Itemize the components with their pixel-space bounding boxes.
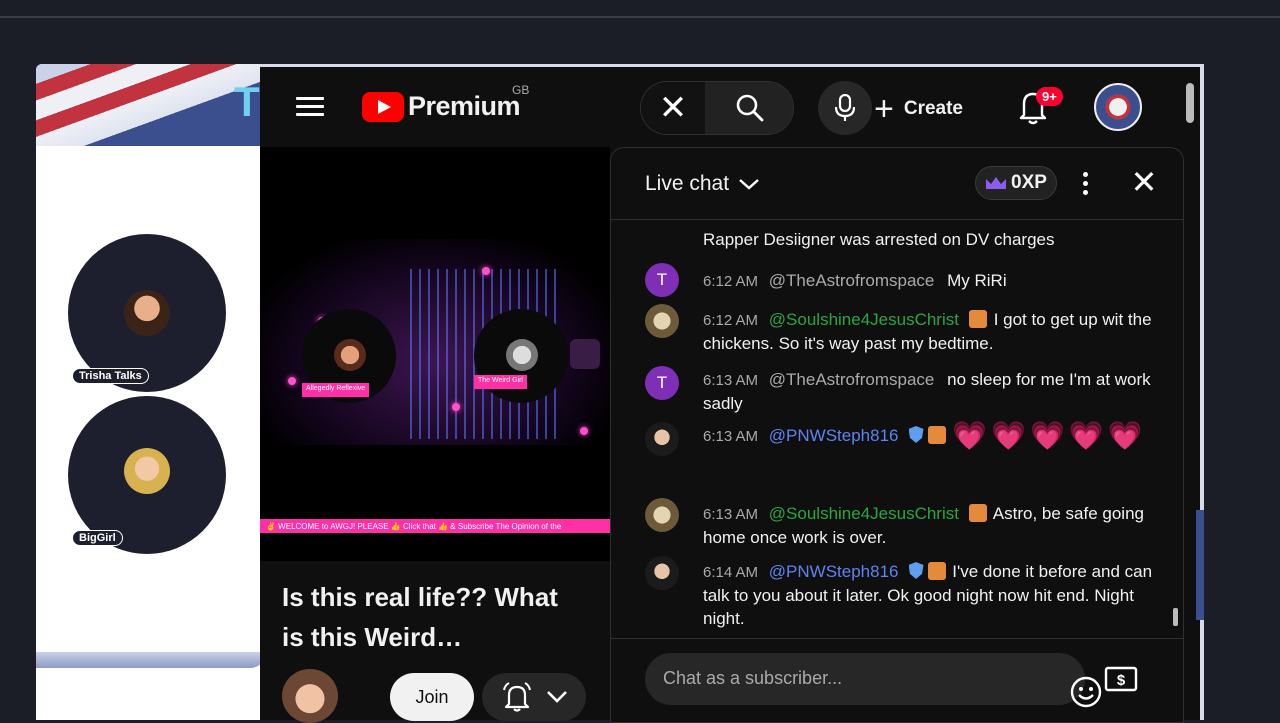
guest-circle: Trisha Talks — [68, 234, 226, 392]
message-time: 6:12 AM — [703, 312, 759, 329]
dollar-bill-icon: $ — [1104, 666, 1138, 692]
message-time: 6:13 AM — [703, 506, 759, 523]
light-dot — [452, 403, 460, 411]
message-time: 6:13 AM — [703, 372, 759, 389]
super-chat-button[interactable]: $ — [1101, 659, 1141, 699]
chat-input-placeholder: Chat as a subscriber... — [663, 668, 843, 688]
window-edge-accent — [1196, 510, 1204, 620]
guest-avatar — [124, 448, 170, 494]
chat-messages: Rapper Desiigner was arrested on DV char… — [611, 220, 1171, 636]
masthead: Premium GB ✕ + Create 9+ — [260, 67, 1200, 147]
chat-input-row: Chat as a subscriber... $ — [611, 638, 1183, 722]
menu-icon[interactable] — [296, 97, 324, 117]
video-guest-tag: The Weird Girl — [474, 375, 527, 389]
chat-scroll-thumb[interactable] — [1173, 608, 1178, 626]
member-badge-icon — [968, 504, 987, 522]
message-time: 6:12 AM — [703, 273, 759, 290]
video-player[interactable]: Allegedly Reflexive The Weird Girl ✌️ WE… — [260, 147, 610, 561]
message-time: 6:14 AM — [703, 564, 759, 581]
account-avatar[interactable] — [1094, 83, 1142, 131]
page-scrollbar[interactable] — [1186, 83, 1194, 123]
overlay-footer-bar — [36, 652, 266, 668]
create-label: Create — [903, 98, 964, 119]
banner-letter: T — [234, 78, 260, 125]
message-author[interactable]: @Soulshine4JesusChrist — [769, 310, 959, 329]
flag-banner — [36, 64, 266, 146]
verified-shield-icon — [908, 426, 924, 443]
member-badge-icon — [968, 310, 987, 328]
search-group: ✕ — [640, 81, 794, 135]
chevron-down-icon — [547, 691, 567, 703]
author-avatar[interactable] — [645, 556, 679, 590]
channel-avatar[interactable] — [282, 669, 338, 723]
message-author[interactable]: @TheAstrofromspace — [769, 271, 935, 290]
video-ticker: ✌️ WELCOME to AWGJ! PLEASE 👍 Click that … — [260, 519, 610, 533]
chat-title: Live chat — [645, 172, 730, 195]
guest-name-tag: BigGirl — [72, 530, 123, 546]
video-guest-avatar — [334, 339, 366, 371]
more-options-icon[interactable] — [1077, 168, 1093, 198]
youtube-window: Premium GB ✕ + Create 9+ Allegedly Refle… — [260, 64, 1204, 723]
notifications-button[interactable]: 9+ — [1016, 87, 1063, 129]
smiley-icon — [1070, 676, 1102, 708]
member-badge-icon — [927, 562, 946, 580]
video-title: Is this real life?? What is this Weird… — [282, 582, 558, 652]
subscription-notifications-button[interactable] — [482, 673, 586, 721]
guest-avatar — [124, 290, 170, 336]
author-avatar[interactable] — [645, 498, 679, 532]
guest-name-tag: Trisha Talks — [72, 368, 149, 384]
chevron-down-icon — [739, 179, 759, 190]
notification-badge: 9+ — [1036, 87, 1063, 106]
message-author[interactable]: @Soulshine4JesusChrist — [769, 504, 959, 523]
stream-overlay-panel: T Trisha Talks BigGirl — [36, 64, 266, 720]
live-chat-panel: Live chat 0XP ✕ Rapper Desiigner was arr… — [610, 147, 1184, 723]
microphone-icon — [834, 94, 856, 121]
crown-icon — [986, 177, 1007, 189]
emoji-button[interactable] — [1069, 675, 1103, 709]
xp-value: 0XP — [1011, 172, 1047, 193]
author-avatar[interactable] — [645, 422, 679, 456]
message-author[interactable]: @PNWSteph816 — [769, 426, 899, 445]
message-text: 💗💗💗💗💗 — [952, 420, 1147, 451]
xp-badge[interactable]: 0XP — [975, 166, 1057, 200]
message-author[interactable]: @PNWSteph816 — [769, 562, 899, 581]
video-guest-tag: Allegedly Reflexive — [302, 383, 370, 397]
svg-text:$: $ — [1117, 672, 1126, 689]
author-avatar[interactable]: T — [645, 366, 679, 400]
verified-shield-icon — [908, 562, 924, 579]
clear-search-button[interactable]: ✕ — [641, 82, 705, 134]
brand-name: Premium — [408, 91, 521, 121]
join-button[interactable]: Join — [390, 673, 474, 721]
guest-circle: BigGirl — [68, 396, 226, 554]
author-avatar[interactable] — [645, 304, 679, 338]
youtube-play-icon — [362, 91, 404, 122]
message-author[interactable]: @TheAstrofromspace — [769, 370, 935, 389]
member-badge-icon — [927, 426, 946, 444]
chat-input[interactable]: Chat as a subscriber... — [645, 653, 1102, 708]
light-dot — [580, 427, 588, 435]
message-text: Rapper Desiigner was arrested on DV char… — [703, 230, 1055, 249]
podcast-mic-icon — [570, 339, 600, 369]
close-chat-icon[interactable]: ✕ — [1127, 166, 1161, 200]
light-dot — [288, 377, 296, 385]
bell-ring-icon — [503, 682, 531, 712]
youtube-premium-logo[interactable]: Premium GB — [362, 83, 529, 122]
country-code: GB — [512, 83, 530, 97]
search-icon — [736, 94, 764, 122]
plus-icon: + — [874, 90, 894, 128]
light-dot — [482, 267, 490, 275]
create-button[interactable]: + Create — [874, 89, 963, 129]
message-time: 6:13 AM — [703, 428, 759, 445]
voice-search-button[interactable] — [818, 81, 872, 135]
window-top-divider — [0, 16, 1280, 18]
chat-scrollbar[interactable] — [1171, 226, 1179, 636]
video-guest-avatar — [506, 339, 538, 371]
message-text: My RiRi — [947, 271, 1007, 290]
search-button[interactable] — [705, 82, 793, 134]
chat-header: Live chat 0XP ✕ — [611, 148, 1183, 220]
author-avatar[interactable]: T — [645, 263, 679, 297]
chat-mode-dropdown[interactable]: Live chat — [645, 172, 761, 196]
